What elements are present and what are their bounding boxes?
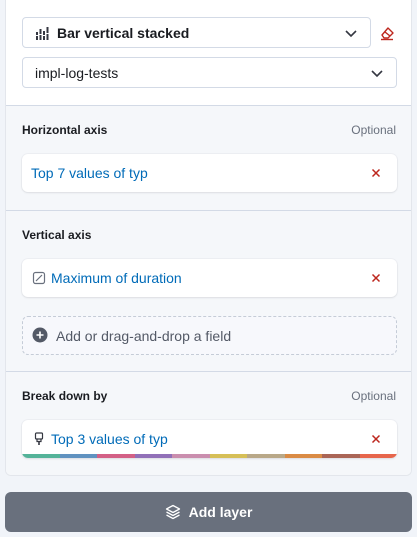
vertical-axis-dimension[interactable]: Maximum of duration <box>22 259 397 297</box>
palette-swatch <box>359 454 397 458</box>
visualization-type-label: Bar vertical stacked <box>57 24 190 41</box>
dimension-label: Top 7 values of typ <box>31 165 148 181</box>
add-field-dropzone[interactable]: Add or drag-and-drop a field <box>22 316 397 355</box>
eraser-icon[interactable] <box>379 25 395 41</box>
layers-icon <box>165 504 180 520</box>
breakdown-title: Break down by <box>22 389 108 403</box>
add-layer-label: Add layer <box>188 504 253 520</box>
palette-swatch <box>322 454 360 458</box>
palette-swatch <box>134 454 172 458</box>
dimension-label: Maximum of duration <box>51 270 182 286</box>
dimension-label: Top 3 values of typ <box>51 431 168 447</box>
palette-swatch <box>247 454 285 458</box>
remove-dimension-icon[interactable] <box>369 166 383 180</box>
add-layer-button[interactable]: Add layer <box>5 492 412 532</box>
horizontal-axis-dimension[interactable]: Top 7 values of typ <box>22 154 397 192</box>
layer-panel: Bar vertical stacked impl-log-tests Hori… <box>5 0 412 476</box>
palette-swatch <box>284 454 322 458</box>
bar-vertical-stacked-icon <box>35 26 51 40</box>
index-pattern-select[interactable]: impl-log-tests <box>22 57 397 88</box>
chevron-down-icon <box>345 30 357 38</box>
remove-dimension-icon[interactable] <box>369 271 383 285</box>
palette-swatch <box>172 454 210 458</box>
color-palette-strip <box>22 454 397 458</box>
breakdown-dimension[interactable]: Top 3 values of typ <box>22 420 397 458</box>
add-field-label: Add or drag-and-drop a field <box>56 328 232 344</box>
breakdown-optional: Optional <box>351 389 396 403</box>
palette-swatch <box>209 454 247 458</box>
remove-dimension-icon[interactable] <box>369 432 383 446</box>
palette-swatch <box>22 454 60 458</box>
invalid-field-icon <box>32 271 46 285</box>
plus-circle-icon <box>32 327 48 343</box>
palette-swatch <box>59 454 97 458</box>
brush-icon <box>34 432 44 445</box>
chevron-down-icon <box>371 70 383 78</box>
horizontal-axis-title: Horizontal axis <box>22 123 108 137</box>
horizontal-axis-optional: Optional <box>351 123 396 137</box>
visualization-type-select[interactable]: Bar vertical stacked <box>22 17 371 48</box>
index-pattern-label: impl-log-tests <box>35 64 119 81</box>
vertical-axis-title: Vertical axis <box>22 228 92 242</box>
palette-swatch <box>97 454 135 458</box>
